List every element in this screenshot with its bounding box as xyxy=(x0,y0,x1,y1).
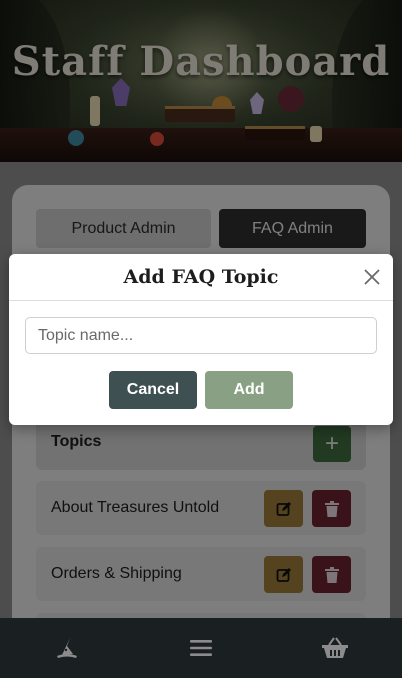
add-button[interactable]: Add xyxy=(205,371,293,409)
menu-icon xyxy=(190,640,212,656)
bottom-nav xyxy=(0,618,402,678)
nav-menu[interactable] xyxy=(134,618,268,678)
wizard-hat-icon xyxy=(57,638,77,658)
close-icon[interactable] xyxy=(363,268,381,286)
add-faq-topic-modal: Add FAQ Topic Cancel Add xyxy=(9,254,393,425)
nav-home[interactable] xyxy=(0,618,134,678)
basket-icon xyxy=(322,637,348,658)
cancel-button[interactable]: Cancel xyxy=(109,371,197,409)
modal-header: Add FAQ Topic xyxy=(9,254,393,301)
modal-title: Add FAQ Topic xyxy=(123,266,279,288)
nav-basket[interactable] xyxy=(268,618,402,678)
topic-name-input[interactable] xyxy=(25,317,377,354)
